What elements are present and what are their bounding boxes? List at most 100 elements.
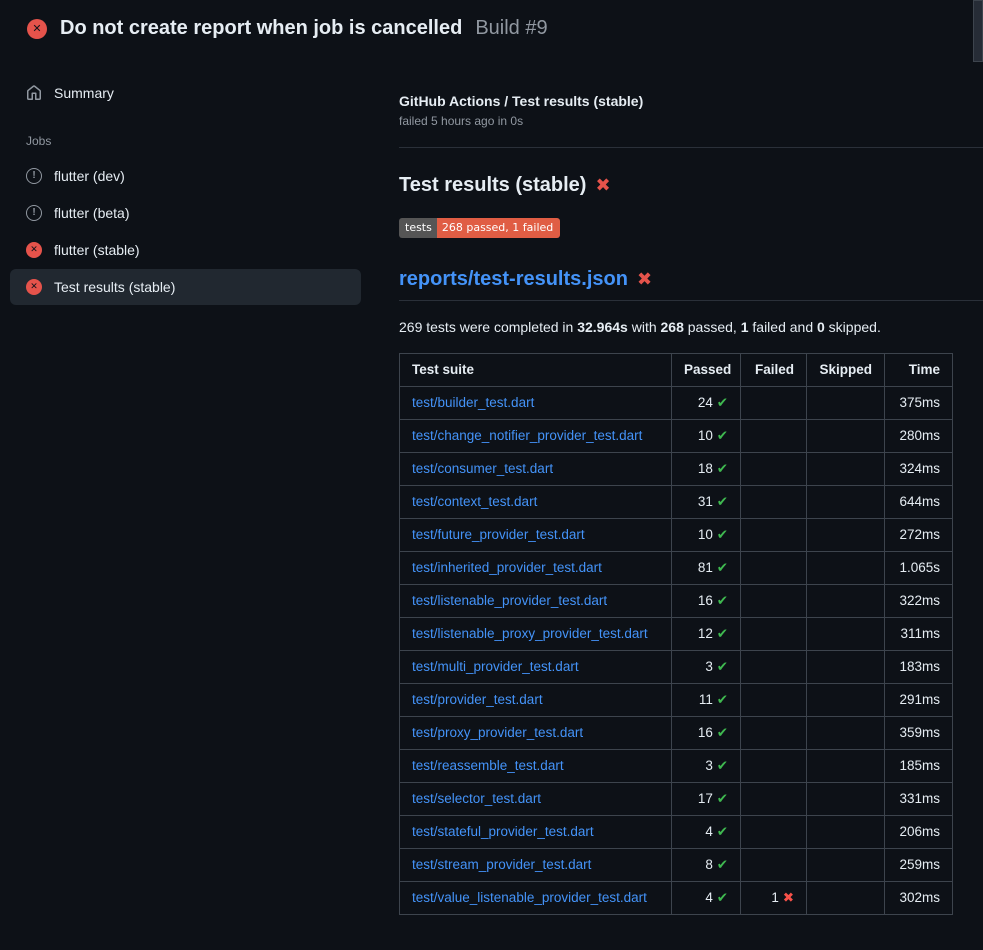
main-content: GitHub Actions / Test results (stable) f…	[399, 57, 983, 915]
failed-cell	[741, 519, 807, 552]
suite-link[interactable]: test/value_listenable_provider_test.dart	[412, 890, 647, 905]
table-row: test/future_provider_test.dart10 ✔272ms	[400, 519, 953, 552]
skipped-cell	[807, 486, 885, 519]
suite-cell: test/multi_provider_test.dart	[400, 651, 672, 684]
suite-cell: test/future_provider_test.dart	[400, 519, 672, 552]
failure-status-icon: ✕	[26, 242, 42, 258]
check-icon: ✔	[717, 593, 728, 609]
sidebar-item-label: Test results (stable)	[54, 279, 175, 295]
skipped-cell	[807, 420, 885, 453]
build-number: Build #9	[475, 17, 547, 40]
badge-row: tests 268 passed, 1 failed	[399, 218, 983, 238]
passed-cell: 3 ✔	[672, 750, 741, 783]
passed-cell: 8 ✔	[672, 849, 741, 882]
passed-cell: 81 ✔	[672, 552, 741, 585]
failed-cell	[741, 387, 807, 420]
summary-failed: 1	[741, 319, 749, 335]
failed-cell: 1 ✖	[741, 882, 807, 915]
skipped-cell	[807, 453, 885, 486]
sidebar: Summary Jobs ! flutter (dev) ! flutter (…	[0, 57, 371, 306]
suite-link[interactable]: test/stream_provider_test.dart	[412, 857, 591, 872]
suite-cell: test/listenable_proxy_provider_test.dart	[400, 618, 672, 651]
breadcrumb: GitHub Actions / Test results (stable)	[399, 93, 983, 109]
sidebar-item-flutter-beta[interactable]: ! flutter (beta)	[10, 195, 361, 231]
col-header-failed: Failed	[741, 354, 807, 387]
table-row: test/change_notifier_provider_test.dart1…	[400, 420, 953, 453]
check-icon: ✔	[717, 461, 728, 477]
skipped-cell	[807, 684, 885, 717]
neutral-status-icon: !	[26, 205, 42, 221]
check-icon: ✔	[717, 560, 728, 576]
skipped-cell	[807, 618, 885, 651]
results-table-body: test/builder_test.dart24 ✔375mstest/chan…	[400, 387, 953, 915]
sidebar-item-flutter-dev[interactable]: ! flutter (dev)	[10, 158, 361, 194]
suite-cell: test/selector_test.dart	[400, 783, 672, 816]
passed-cell: 17 ✔	[672, 783, 741, 816]
run-meta: failed 5 hours ago in 0s	[399, 114, 983, 128]
skipped-cell	[807, 651, 885, 684]
sidebar-item-test-results-stable[interactable]: ✕ Test results (stable)	[10, 269, 361, 305]
suite-link[interactable]: test/change_notifier_provider_test.dart	[412, 428, 642, 443]
check-icon: ✔	[717, 758, 728, 774]
time-cell: 331ms	[885, 783, 953, 816]
suite-link[interactable]: test/proxy_provider_test.dart	[412, 725, 583, 740]
time-cell: 311ms	[885, 618, 953, 651]
col-header-test-suite: Test suite	[400, 354, 672, 387]
check-icon: ✔	[717, 395, 728, 411]
suite-link[interactable]: test/future_provider_test.dart	[412, 527, 585, 542]
table-row: test/value_listenable_provider_test.dart…	[400, 882, 953, 915]
time-cell: 280ms	[885, 420, 953, 453]
check-icon: ✔	[717, 824, 728, 840]
table-row: test/listenable_proxy_provider_test.dart…	[400, 618, 953, 651]
badge-value: 268 passed, 1 failed	[437, 218, 560, 238]
report-link[interactable]: reports/test-results.json	[399, 268, 628, 291]
suite-cell: test/inherited_provider_test.dart	[400, 552, 672, 585]
sidebar-item-summary[interactable]: Summary	[10, 75, 361, 111]
suite-link[interactable]: test/listenable_provider_test.dart	[412, 593, 607, 608]
skipped-cell	[807, 783, 885, 816]
suite-link[interactable]: test/stateful_provider_test.dart	[412, 824, 594, 839]
suite-cell: test/stateful_provider_test.dart	[400, 816, 672, 849]
failed-cell	[741, 684, 807, 717]
suite-cell: test/context_test.dart	[400, 486, 672, 519]
time-cell: 359ms	[885, 717, 953, 750]
sidebar-item-flutter-stable[interactable]: ✕ flutter (stable)	[10, 232, 361, 268]
check-run-title-text: Test results (stable)	[399, 174, 586, 197]
summary-text: skipped.	[825, 319, 881, 335]
report-heading: reports/test-results.json ✖	[399, 268, 983, 301]
table-row: test/stream_provider_test.dart8 ✔259ms	[400, 849, 953, 882]
skipped-cell	[807, 849, 885, 882]
suite-cell: test/listenable_provider_test.dart	[400, 585, 672, 618]
failed-cell	[741, 849, 807, 882]
suite-link[interactable]: test/inherited_provider_test.dart	[412, 560, 602, 575]
check-icon: ✔	[717, 494, 728, 510]
check-icon: ✔	[717, 890, 728, 906]
suite-link[interactable]: test/consumer_test.dart	[412, 461, 553, 476]
tests-badge: tests 268 passed, 1 failed	[399, 218, 560, 238]
cross-icon: ✖	[783, 890, 794, 906]
check-run-title: Test results (stable) ✖	[399, 174, 983, 197]
suite-link[interactable]: test/multi_provider_test.dart	[412, 659, 579, 674]
skipped-cell	[807, 585, 885, 618]
table-row: test/listenable_provider_test.dart16 ✔32…	[400, 585, 953, 618]
scrollbar-thumb[interactable]	[973, 0, 983, 62]
check-icon: ✔	[717, 791, 728, 807]
time-cell: 1.065s	[885, 552, 953, 585]
suite-link[interactable]: test/reassemble_test.dart	[412, 758, 564, 773]
passed-cell: 31 ✔	[672, 486, 741, 519]
passed-cell: 10 ✔	[672, 519, 741, 552]
failure-x-icon: ✖	[637, 269, 652, 290]
passed-cell: 16 ✔	[672, 717, 741, 750]
suite-link[interactable]: test/builder_test.dart	[412, 395, 534, 410]
suite-link[interactable]: test/listenable_proxy_provider_test.dart	[412, 626, 648, 641]
suite-link[interactable]: test/provider_test.dart	[412, 692, 543, 707]
check-icon: ✔	[717, 857, 728, 873]
skipped-cell	[807, 387, 885, 420]
summary-text: with	[628, 319, 661, 335]
col-header-time: Time	[885, 354, 953, 387]
check-icon: ✔	[717, 527, 728, 543]
failed-cell	[741, 486, 807, 519]
skipped-cell	[807, 750, 885, 783]
suite-link[interactable]: test/context_test.dart	[412, 494, 537, 509]
suite-link[interactable]: test/selector_test.dart	[412, 791, 541, 806]
